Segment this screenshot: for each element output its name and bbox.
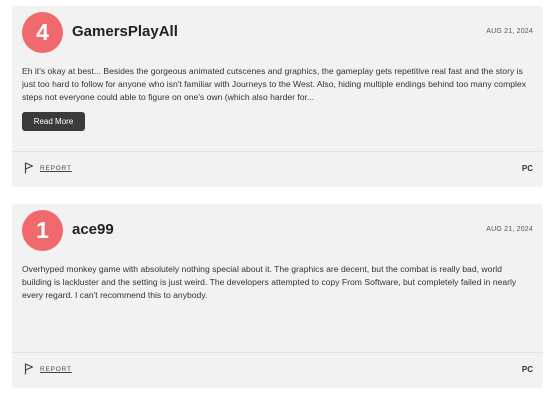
username[interactable]: GamersPlayAll (72, 23, 178, 40)
report-link[interactable]: REPORT (24, 162, 72, 174)
review-footer: REPORT PC (12, 352, 543, 388)
review-date: AUG 21, 2024 (486, 226, 533, 233)
review-footer: REPORT PC (12, 151, 543, 187)
review-header: 1 ace99 AUG 21, 2024 (12, 204, 543, 260)
platform-label: PC (521, 164, 533, 173)
review-card: 1 ace99 AUG 21, 2024 Overhyped monkey ga… (12, 204, 543, 388)
report-label: REPORT (40, 164, 72, 172)
report-label: REPORT (40, 365, 72, 373)
flag-icon (24, 363, 34, 375)
username[interactable]: ace99 (72, 221, 114, 238)
flag-icon (24, 162, 34, 174)
platform-label: PC (521, 365, 533, 374)
score-badge: 1 (22, 210, 63, 251)
review-header: 4 GamersPlayAll AUG 21, 2024 (12, 6, 543, 62)
review-text: Overhyped monkey game with absolutely no… (22, 264, 517, 300)
review-date: AUG 21, 2024 (486, 28, 533, 35)
report-link[interactable]: REPORT (24, 363, 72, 375)
review-card: 4 GamersPlayAll AUG 21, 2024 Eh it's oka… (12, 6, 543, 187)
review-text: Eh it's okay at best... Besides the gorg… (22, 66, 527, 102)
read-more-button[interactable]: Read More (22, 112, 85, 131)
score-badge: 4 (22, 12, 63, 53)
